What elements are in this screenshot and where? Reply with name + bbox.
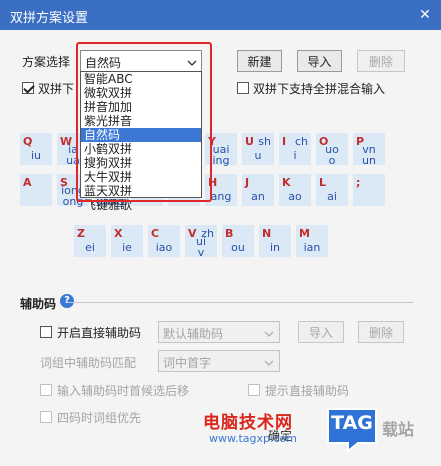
mixed-input-label: 双拼下支持全拼混合输入 — [253, 82, 386, 96]
key-final: iu — [30, 149, 42, 162]
key-letter: Z — [77, 227, 85, 240]
key-c: Ciao — [148, 225, 180, 257]
key-initial: ch — [294, 135, 308, 148]
key-final: uo o — [325, 143, 339, 167]
after-move-checkbox[interactable] — [40, 384, 52, 396]
mixed-input-checkbox[interactable] — [237, 82, 249, 94]
key-o: Ouo o — [316, 133, 348, 167]
delete-button[interactable]: 删除 — [357, 50, 405, 72]
right-watermark: 载站 — [382, 420, 415, 439]
key-final: i — [293, 149, 297, 162]
four-code-label: 四码时词组优先 — [57, 411, 142, 425]
direct-aux-checkbox[interactable] — [40, 326, 52, 338]
key-letter: Q — [23, 135, 33, 148]
key-q: Qiu — [20, 133, 52, 165]
key-k: Kao — [279, 174, 311, 206]
site-url-watermark: www.tagxp.com — [209, 432, 297, 445]
key-letter: M — [299, 227, 310, 240]
new-button[interactable]: 新建 — [237, 50, 282, 72]
key-final: iao — [155, 241, 173, 254]
key-x: Xie — [111, 225, 143, 257]
key-z: Zei — [74, 225, 106, 257]
key-final: ie — [122, 241, 132, 254]
key-final: ai — [327, 190, 337, 203]
aux-import-button[interactable]: 导入 — [298, 321, 344, 343]
key-i: Ich i — [279, 133, 311, 165]
four-code-checkbox[interactable] — [40, 411, 52, 423]
aux-code-value: 默认辅助码 — [163, 327, 224, 341]
aux-code-select[interactable]: 默认辅助码 — [158, 321, 280, 343]
key-final: ei — [85, 241, 95, 254]
key-final: ou — [231, 241, 245, 254]
phrase-match-value: 词中首字 — [163, 356, 212, 370]
key-letter: B — [225, 227, 234, 240]
tag-logo: TAG — [324, 405, 380, 454]
help-icon[interactable]: ? — [60, 294, 74, 308]
double-checkbox[interactable] — [22, 82, 34, 94]
key-final: ui v — [195, 235, 207, 259]
after-move-label: 输入辅助码时首候选后移 — [57, 384, 190, 398]
key-letter: K — [282, 176, 291, 189]
double-checkbox-label: 双拼下 — [38, 82, 75, 96]
aux-section-label: 辅助码 — [20, 297, 57, 311]
key-l: Lai — [316, 174, 348, 206]
key-final: in — [269, 241, 281, 254]
phrase-match-select[interactable]: 词中首字 — [158, 350, 280, 372]
key-letter: J — [245, 176, 250, 189]
key-v: Vzh ui v — [185, 225, 217, 259]
highlight-annotation — [76, 42, 212, 202]
key-initial: sh — [258, 135, 271, 148]
key-a: A — [20, 174, 52, 206]
close-button[interactable]: ✕ — [409, 0, 441, 30]
title-bar: 双拼方案设置 ✕ — [0, 0, 441, 30]
chevron-down-icon — [264, 327, 274, 341]
key-letter: C — [151, 227, 160, 240]
key-letter: L — [319, 176, 327, 189]
key-semicolon: ; — [353, 174, 385, 206]
phrase-match-label: 词组中辅助码匹配 — [40, 356, 137, 370]
key-letter: U — [245, 135, 254, 148]
key-final: u — [254, 149, 262, 162]
tag-logo-text: TAG — [331, 412, 373, 434]
key-p: Pvn un — [353, 133, 385, 167]
key-final: an — [251, 190, 265, 203]
import-button[interactable]: 导入 — [297, 50, 342, 72]
key-m: Mian — [296, 225, 328, 257]
close-icon: ✕ — [419, 7, 431, 23]
key-j: Jan — [242, 174, 274, 206]
hint-label: 提示直接辅助码 — [265, 384, 350, 398]
hint-checkbox[interactable] — [248, 384, 260, 396]
key-b: Bou — [222, 225, 254, 257]
key-final: vn un — [362, 143, 376, 167]
key-letter: N — [262, 227, 272, 240]
chevron-down-icon — [264, 356, 274, 370]
site-name-watermark: 电脑技术网 — [203, 413, 293, 433]
section-divider — [68, 302, 413, 303]
aux-delete-button[interactable]: 删除 — [358, 321, 404, 343]
key-letter: X — [114, 227, 123, 240]
key-letter: A — [23, 176, 32, 189]
direct-aux-label: 开启直接辅助码 — [57, 326, 142, 340]
key-final: ao — [288, 190, 302, 203]
key-final: ian — [303, 241, 321, 254]
key-n: Nin — [259, 225, 291, 257]
key-letter: I — [282, 135, 287, 148]
key-u: Ush u — [242, 133, 274, 165]
key-letter: ; — [356, 176, 361, 189]
window-title: 双拼方案设置 — [10, 11, 89, 26]
scheme-label: 方案选择 — [22, 55, 71, 69]
